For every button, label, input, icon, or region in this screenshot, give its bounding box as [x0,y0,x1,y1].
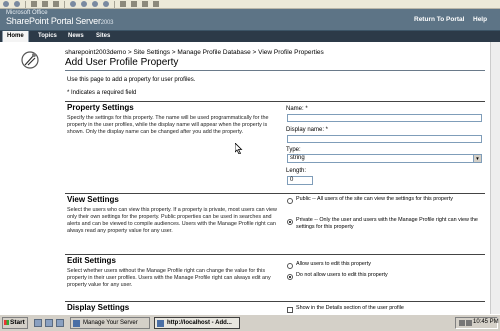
title-divider [65,70,485,71]
display-settings-title: Display Settings [67,303,130,312]
type-select-value: string [290,155,305,161]
browser-quicklaunch-icon[interactable] [45,319,53,327]
mail-icon[interactable] [120,1,126,7]
favorites-icon[interactable] [81,1,87,7]
public-radio[interactable] [287,198,293,204]
tab-news[interactable]: News [64,31,88,42]
show-in-details-checkbox[interactable] [287,307,293,313]
toolbar-divider [25,0,26,8]
tab-sites[interactable]: Sites [92,31,114,42]
return-to-portal-link[interactable]: Return To Portal [414,16,464,23]
display-name-label: Display name: * [286,127,329,133]
explorer-quicklaunch-icon[interactable] [56,319,64,327]
brand-name: SharePoint Portal Server [6,16,101,26]
volume-icon[interactable] [466,320,472,326]
show-desktop-icon[interactable] [34,319,42,327]
search-icon[interactable] [70,1,76,7]
private-radio-label[interactable]: Private -- Only the user and users with … [296,217,491,231]
deny-edit-label[interactable]: Do not allow users to edit this property [296,272,491,279]
breadcrumb[interactable]: sharepoint2003demo > Site Settings > Man… [65,49,324,56]
name-input[interactable] [287,114,482,122]
brand-title: SharePoint Portal Server2003 [6,16,114,26]
section-divider [65,301,485,302]
type-label: Type: [286,147,301,153]
property-settings-title: Property Settings [67,103,134,112]
clock: 10:45 PM [473,319,499,325]
settings-page-icon [21,51,39,69]
view-settings-description: Select the users who can view this prope… [67,207,277,234]
deny-edit-radio[interactable] [287,274,293,280]
browser-icon [157,320,164,327]
taskbar-item-label: Manage Your Server [83,320,138,326]
edit-icon[interactable] [142,1,148,7]
taskbar-item-manage-server[interactable]: Manage Your Server [70,317,150,329]
private-radio[interactable] [287,219,293,225]
vertical-scrollbar[interactable] [490,42,500,314]
home-icon[interactable] [53,1,59,7]
media-icon[interactable] [92,1,98,7]
back-icon[interactable] [3,1,9,7]
page-intro: Use this page to add a property for user… [67,77,196,83]
server-icon [73,320,80,327]
section-divider [65,193,485,194]
tab-topics[interactable]: Topics [34,31,61,42]
view-settings-title: View Settings [67,195,119,204]
type-select[interactable]: string ▼ [287,154,482,163]
property-settings-description: Specify the settings for this property. … [67,115,269,135]
forward-icon[interactable] [14,1,20,7]
help-link[interactable]: Help [473,16,487,23]
show-in-details-label[interactable]: Show in the Details section of the user … [296,305,491,312]
taskbar-item-label: http://localhost - Add... [167,320,232,326]
section-divider [65,254,485,255]
allow-edit-label[interactable]: Allow users to edit this property [296,261,491,268]
taskbar-item-browser[interactable]: http://localhost - Add... [154,317,240,329]
name-label: Name: * [286,106,308,112]
print-icon[interactable] [131,1,137,7]
history-icon[interactable] [103,1,109,7]
page-title: Add User Profile Property [65,57,179,68]
refresh-icon[interactable] [42,1,48,7]
public-radio-label[interactable]: Public -- All users of the site can view… [296,196,491,203]
network-icon[interactable] [459,320,465,326]
stop-icon[interactable] [31,1,37,7]
section-divider [65,101,485,102]
mouse-cursor-icon [235,143,243,154]
browser-toolbar [0,0,500,9]
length-input[interactable]: 0 [287,176,313,185]
chevron-down-icon[interactable]: ▼ [473,155,481,162]
toolbar-divider [114,0,115,8]
edit-settings-title: Edit Settings [67,256,116,265]
toolbar-divider [64,0,65,8]
windows-logo-icon [4,320,9,325]
length-label: Length: [286,168,307,174]
required-field-note: * Indicates a required field [67,90,137,96]
discuss-icon[interactable] [153,1,159,7]
tab-home[interactable]: Home [2,31,29,42]
allow-edit-radio[interactable] [287,263,293,269]
edit-settings-description: Select whether users without the Manage … [67,268,271,288]
brand-year: 2003 [100,20,114,26]
display-name-input[interactable] [287,135,482,143]
